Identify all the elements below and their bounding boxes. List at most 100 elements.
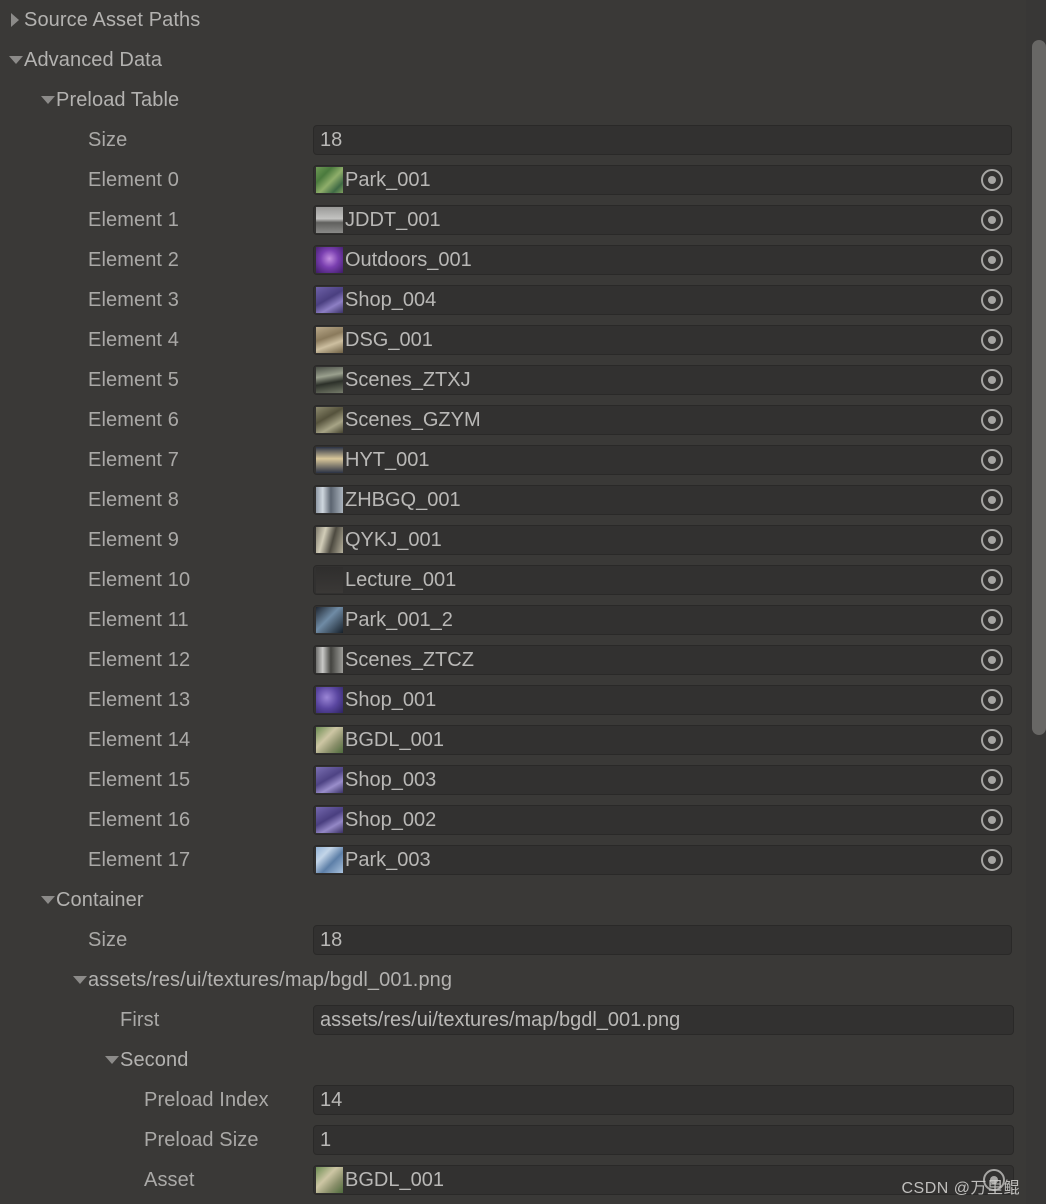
element-row: Element 10 Lecture_001 [0,560,1014,600]
object-picker-icon[interactable] [981,809,1003,831]
object-picker-icon[interactable] [981,489,1003,511]
foldout-container[interactable]: Container [0,880,1014,920]
object-picker-icon[interactable] [981,169,1003,191]
row-label: Preload Size [144,1129,259,1151]
element-object-field[interactable]: Scenes_ZTCZ [313,645,1012,675]
object-picker-icon[interactable] [981,249,1003,271]
object-picker-icon[interactable] [981,449,1003,471]
watermark: CSDN @万里鲲 [901,1180,1020,1197]
foldout-preload-table[interactable]: Preload Table [0,80,1014,120]
chevron-down-icon[interactable] [72,960,88,1000]
element-thumbnail-icon [316,767,343,793]
foldout-advanced-data[interactable]: Advanced Data [0,40,1014,80]
foldout-second[interactable]: Second [0,1040,1014,1080]
element-thumbnail-icon [316,847,343,873]
object-picker-icon[interactable] [981,769,1003,791]
chevron-down-icon[interactable] [40,80,56,120]
element-value: Park_001_2 [345,609,453,631]
element-thumbnail-icon [316,687,343,713]
object-picker-icon[interactable] [981,609,1003,631]
element-object-field[interactable]: Outdoors_001 [313,245,1012,275]
element-thumbnail-icon [316,487,343,513]
element-row: Element 15 Shop_003 [0,760,1014,800]
element-label: Element 14 [88,729,191,751]
field-row-asset: Asset BGDL_001 [0,1160,1014,1200]
row-label: Size [88,129,128,151]
object-picker-icon[interactable] [981,409,1003,431]
element-object-field[interactable]: JDDT_001 [313,205,1012,235]
foldout-label: Source Asset Paths [24,9,201,31]
first-input[interactable]: assets/res/ui/textures/map/bgdl_001.png [313,1005,1014,1035]
element-object-field[interactable]: Park_001_2 [313,605,1012,635]
element-object-field[interactable]: Shop_002 [313,805,1012,835]
element-thumbnail-icon [316,407,343,433]
object-picker-icon[interactable] [981,329,1003,351]
object-picker-icon[interactable] [981,569,1003,591]
foldout-label: Second [120,1049,189,1071]
element-object-field[interactable]: Shop_001 [313,685,1012,715]
preload-index-input[interactable]: 14 [313,1085,1014,1115]
element-label: Element 3 [88,289,179,311]
object-picker-icon[interactable] [981,529,1003,551]
element-label: Element 12 [88,649,191,671]
element-object-field[interactable]: Scenes_ZTXJ [313,365,1012,395]
foldout-label: Advanced Data [24,49,163,71]
element-thumbnail-icon [316,567,343,593]
foldout-source-asset-paths[interactable]: Source Asset Paths [0,0,1014,40]
element-label: Element 1 [88,209,179,231]
field-row-preload-size: Preload Size 1 [0,1120,1014,1160]
element-thumbnail-icon [316,247,343,273]
element-object-field[interactable]: HYT_001 [313,445,1012,475]
foldout-container-entry[interactable]: assets/res/ui/textures/map/bgdl_001.png [0,960,1014,1000]
element-label: Element 13 [88,689,191,711]
row-label: Preload Index [144,1089,269,1111]
object-picker-icon[interactable] [981,849,1003,871]
element-object-field[interactable]: Shop_004 [313,285,1012,315]
object-picker-icon[interactable] [981,209,1003,231]
element-label: Element 16 [88,809,191,831]
element-label: Element 7 [88,449,179,471]
object-picker-icon[interactable] [981,729,1003,751]
element-object-field[interactable]: DSG_001 [313,325,1012,355]
element-object-field[interactable]: Scenes_GZYM [313,405,1012,435]
vertical-scrollbar-track[interactable] [1026,0,1046,1204]
chevron-down-icon[interactable] [8,40,24,80]
chevron-right-icon[interactable] [8,0,24,40]
element-value: Lecture_001 [345,569,457,591]
element-value: Shop_001 [345,689,437,711]
element-value: Outdoors_001 [345,249,472,271]
vertical-scrollbar-thumb[interactable] [1032,40,1046,735]
chevron-down-icon[interactable] [40,880,56,920]
element-row: Element 4 DSG_001 [0,320,1014,360]
element-thumbnail-icon [316,647,343,673]
element-row: Element 8 ZHBGQ_001 [0,480,1014,520]
element-value: Park_001 [345,169,431,191]
container-size-input[interactable]: 18 [313,925,1012,955]
element-object-field[interactable]: Park_001 [313,165,1012,195]
size-input[interactable]: 18 [313,125,1012,155]
element-object-field[interactable]: Park_003 [313,845,1012,875]
element-object-field[interactable]: QYKJ_001 [313,525,1012,555]
object-picker-icon[interactable] [981,289,1003,311]
element-label: Element 4 [88,329,179,351]
element-row: Element 11 Park_001_2 [0,600,1014,640]
element-row: Element 5 Scenes_ZTXJ [0,360,1014,400]
element-thumbnail-icon [316,727,343,753]
element-object-field[interactable]: ZHBGQ_001 [313,485,1012,515]
element-object-field[interactable]: Shop_003 [313,765,1012,795]
element-object-field[interactable]: BGDL_001 [313,725,1012,755]
object-picker-icon[interactable] [981,689,1003,711]
element-object-field[interactable]: Lecture_001 [313,565,1012,595]
object-picker-icon[interactable] [981,649,1003,671]
unity-inspector-panel: Source Asset Paths Advanced Data Preload… [0,0,1046,1204]
object-picker-icon[interactable] [981,369,1003,391]
chevron-down-icon[interactable] [104,1040,120,1080]
preload-size-input[interactable]: 1 [313,1125,1014,1155]
element-thumbnail-icon [316,287,343,313]
field-row-preload-table-size: Size 18 [0,120,1014,160]
